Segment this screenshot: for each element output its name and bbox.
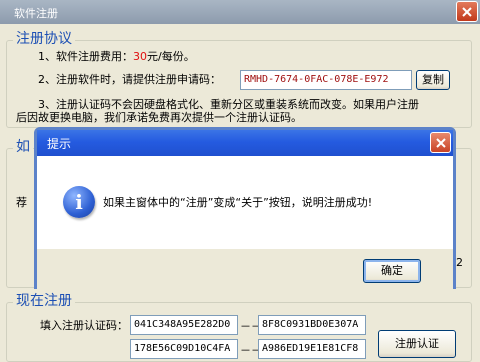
info-icon: i (63, 186, 95, 218)
register-group-title: 现在注册 (13, 293, 75, 309)
fee-line: 1、软件注册费用：30元/每份。 (38, 50, 195, 64)
fee-unit: 元/每份。 (147, 50, 195, 63)
main-window: 软件注册 注册协议 1、软件注册费用：30元/每份。 2、注册软件时，请提供注册… (0, 0, 480, 362)
agreement-line3a: 3、注册认证码不会因硬盘格式化、重新分区或重装系统而改变。如果用户注册 (38, 98, 419, 111)
auth-code-field-1[interactable]: 041C348A95E282D0 (130, 315, 238, 335)
auth-code-field-2[interactable]: 8F8C0931BD0E307A (258, 315, 366, 335)
auth-code-label: 填入注册认证码： (40, 319, 128, 332)
dialog-title: 提示 (47, 137, 72, 151)
ok-button[interactable]: 确定 (363, 259, 421, 283)
dialog-body: i 如果主窗体中的“注册”变成“关于”按钮，说明注册成功! (37, 156, 453, 249)
window-close-button[interactable] (456, 1, 478, 22)
message-dialog: 提示 i 如果主窗体中的“注册”变成“关于”按钮，说明注册成功! 确定 (34, 127, 456, 289)
request-code-field[interactable]: RMHD-7674-0FAC-078E-E972 (240, 70, 412, 90)
dialog-close-button[interactable] (430, 132, 451, 153)
title-bar: 软件注册 (0, 0, 480, 24)
auth-code-field-3[interactable]: 178E56C09D10C4FA (130, 339, 238, 359)
request-code-label: 2、注册软件时，请提供注册申请码： (38, 73, 221, 86)
dialog-footer: 确定 (37, 249, 453, 289)
close-icon (435, 137, 446, 148)
agreement-line3b: 后因故更换电脑，我们承诺免费再次提供一个注册认证码。 (16, 111, 302, 124)
hidden-group-title: 如 (13, 139, 33, 155)
fee-price: 30 (133, 50, 147, 63)
fee-label: 1、软件注册费用： (38, 50, 133, 63)
hidden-group-text: 荐 (16, 196, 27, 209)
hidden-group-value: 2 (456, 256, 463, 269)
dialog-title-bar: 提示 (37, 130, 453, 156)
dialog-message: 如果主窗体中的“注册”变成“关于”按钮，说明注册成功! (103, 196, 373, 209)
agreement-group-title: 注册协议 (13, 31, 75, 47)
window-title: 软件注册 (14, 7, 58, 20)
copy-button[interactable]: 复制 (416, 70, 450, 90)
register-button[interactable]: 注册认证 (378, 330, 456, 358)
auth-code-field-4[interactable]: A986ED19E1E81CF8 (258, 339, 366, 359)
close-icon (462, 6, 472, 17)
